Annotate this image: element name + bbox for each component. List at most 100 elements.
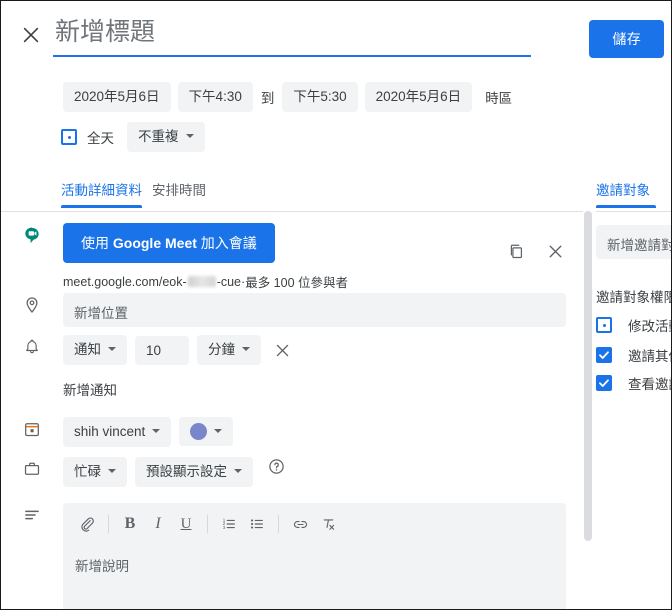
event-title-input[interactable]: [53, 15, 531, 57]
close-icon[interactable]: [19, 23, 43, 47]
description-row: B I U 1 2 3 新增說明: [1, 503, 584, 609]
notification-amount-input[interactable]: 10: [135, 335, 189, 365]
bold-icon[interactable]: B: [116, 511, 144, 537]
visibility-dropdown[interactable]: 預設顯示設定: [135, 457, 253, 487]
editor-tabs: 活動詳細資料 安排時間: [1, 179, 584, 212]
allday-checkbox[interactable]: [61, 129, 77, 145]
calendar-owner-value: shih vincent: [74, 424, 146, 439]
remove-notification-icon[interactable]: [275, 343, 290, 358]
italic-icon[interactable]: I: [144, 511, 172, 537]
location-row: 新增位置: [1, 293, 584, 327]
toolbar-divider: [108, 515, 109, 533]
meet-url-text: meet.google.com/eok- -cue · 最多 100 位參與者: [63, 272, 348, 291]
join-with-google-meet-button[interactable]: 使用 Google Meet 加入會議: [63, 223, 275, 263]
busy-status-dropdown[interactable]: 忙碌: [63, 457, 127, 487]
check-icon: [599, 351, 609, 359]
location-input[interactable]: 新增位置: [63, 293, 566, 327]
meet-btn-prefix: 使用: [81, 235, 113, 251]
notification-controls: 通知 10 分鐘: [63, 335, 290, 365]
guest-permission-checkbox[interactable]: [596, 375, 612, 391]
save-button[interactable]: 儲存: [589, 20, 664, 58]
tab-guests[interactable]: 邀請對象: [596, 179, 656, 208]
add-notification-button[interactable]: 新增通知: [63, 379, 117, 399]
location-pin-icon: [1, 293, 63, 314]
description-lines-icon: [1, 503, 63, 524]
clear-formatting-icon[interactable]: [314, 511, 342, 537]
guest-permission-label: 查看邀請對象名單: [628, 377, 671, 392]
checkbox-indeterminate-dot: [67, 135, 71, 139]
check-icon: [599, 379, 609, 387]
underline-icon[interactable]: U: [172, 511, 200, 537]
chevron-down-icon: [214, 428, 223, 433]
event-color-dropdown[interactable]: [179, 417, 234, 446]
guest-permission-label: 修改活動: [628, 319, 671, 334]
meet-btn-brand: Google Meet: [112, 235, 197, 251]
conferencing-actions: [505, 240, 566, 262]
description-editor[interactable]: B I U 1 2 3 新增說明: [63, 503, 566, 609]
repeat-dropdown[interactable]: 不重複: [127, 122, 205, 152]
notification-unit-dropdown[interactable]: 分鐘: [197, 335, 261, 365]
chevron-down-icon: [108, 347, 116, 352]
chevron-down-icon: [185, 134, 194, 139]
end-time-chip[interactable]: 下午5:30: [282, 82, 358, 112]
datetime-row: 2020年5月6日 下午4:30 到 下午5:30 2020年5月6日 時區: [63, 82, 512, 112]
guests-tabs: 邀請對象: [596, 179, 671, 212]
guest-permission-checkbox[interactable]: [596, 317, 612, 333]
help-circle-icon[interactable]: [267, 457, 285, 475]
google-meet-icon: [1, 223, 63, 246]
calendar-owner-dropdown[interactable]: shih vincent: [63, 417, 172, 447]
meet-btn-suffix: 加入會議: [196, 235, 257, 251]
notification-unit-value: 分鐘: [208, 342, 235, 357]
end-date-chip[interactable]: 2020年5月6日: [364, 82, 473, 112]
meet-url-suffix: -cue: [216, 274, 242, 289]
calendar-owner-row: shih vincent: [1, 417, 584, 447]
notification-row: 通知 10 分鐘: [1, 335, 584, 365]
content-scrollbar-thumb[interactable]: [584, 211, 592, 541]
tab-event-details[interactable]: 活動詳細資料: [61, 179, 142, 208]
meet-url-prefix: meet.google.com/eok-: [63, 274, 187, 289]
timezone-button[interactable]: 時區: [485, 87, 512, 107]
event-details-form: 使用 Google Meet 加入會議 meet.google.com/eok-…: [1, 211, 584, 609]
busy-status-value: 忙碌: [74, 464, 101, 479]
allday-label[interactable]: 全天: [87, 127, 114, 147]
description-input[interactable]: 新增說明: [63, 541, 566, 575]
meet-capacity-text: 最多 100 位參與者: [245, 276, 348, 290]
guest-permissions-title: 邀請對象權限: [596, 290, 672, 305]
guest-permission-see-guest-list[interactable]: 查看邀請對象名單: [596, 373, 671, 393]
guest-permission-modify-event[interactable]: 修改活動: [596, 315, 671, 335]
color-dot-icon: [190, 423, 208, 440]
start-date-chip[interactable]: 2020年5月6日: [63, 82, 171, 112]
to-label: 到: [260, 91, 275, 106]
conferencing-row: 使用 Google Meet 加入會議 meet.google.com/eok-…: [1, 223, 584, 290]
start-time-chip[interactable]: 下午4:30: [177, 82, 253, 112]
guest-permission-invite-others[interactable]: 邀請其他人: [596, 345, 671, 365]
toolbar-divider: [278, 515, 279, 533]
guests-panel: 新增邀請對象 邀請對象權限 修改活動 邀請其他人: [596, 211, 672, 609]
event-editor-window: 儲存 2020年5月6日 下午4:30 到 下午5:30 2020年5月6日 時…: [0, 0, 672, 610]
chevron-down-icon: [234, 469, 242, 474]
link-icon[interactable]: [286, 511, 314, 537]
svg-text:3: 3: [223, 525, 226, 530]
guest-permission-label: 邀請其他人: [628, 349, 671, 364]
editor-header: 儲存: [1, 1, 671, 71]
availability-row: 忙碌 預設顯示設定: [1, 457, 584, 487]
add-guests-input[interactable]: 新增邀請對象: [596, 225, 671, 259]
guest-permission-checkbox[interactable]: [596, 347, 612, 363]
notification-type-dropdown[interactable]: 通知: [63, 335, 127, 365]
chevron-down-icon: [242, 347, 250, 352]
calendar-icon: [1, 417, 63, 438]
copy-icon[interactable]: [505, 240, 527, 262]
bulleted-list-icon[interactable]: [243, 511, 271, 537]
numbered-list-icon[interactable]: 1 2 3: [215, 511, 243, 537]
redacted-meet-code: [187, 276, 216, 287]
attach-icon[interactable]: [73, 511, 101, 537]
chevron-down-icon: [108, 469, 116, 474]
allday-repeat-row: 全天 不重複: [61, 122, 205, 152]
chevron-down-icon: [152, 429, 161, 434]
notification-type-value: 通知: [74, 342, 101, 357]
tab-find-a-time[interactable]: 安排時間: [152, 179, 206, 208]
repeat-value: 不重複: [138, 129, 179, 144]
remove-conferencing-icon[interactable]: [544, 240, 566, 262]
checkbox-indeterminate-dot: [602, 323, 606, 327]
event-title-wrap: [53, 15, 531, 57]
